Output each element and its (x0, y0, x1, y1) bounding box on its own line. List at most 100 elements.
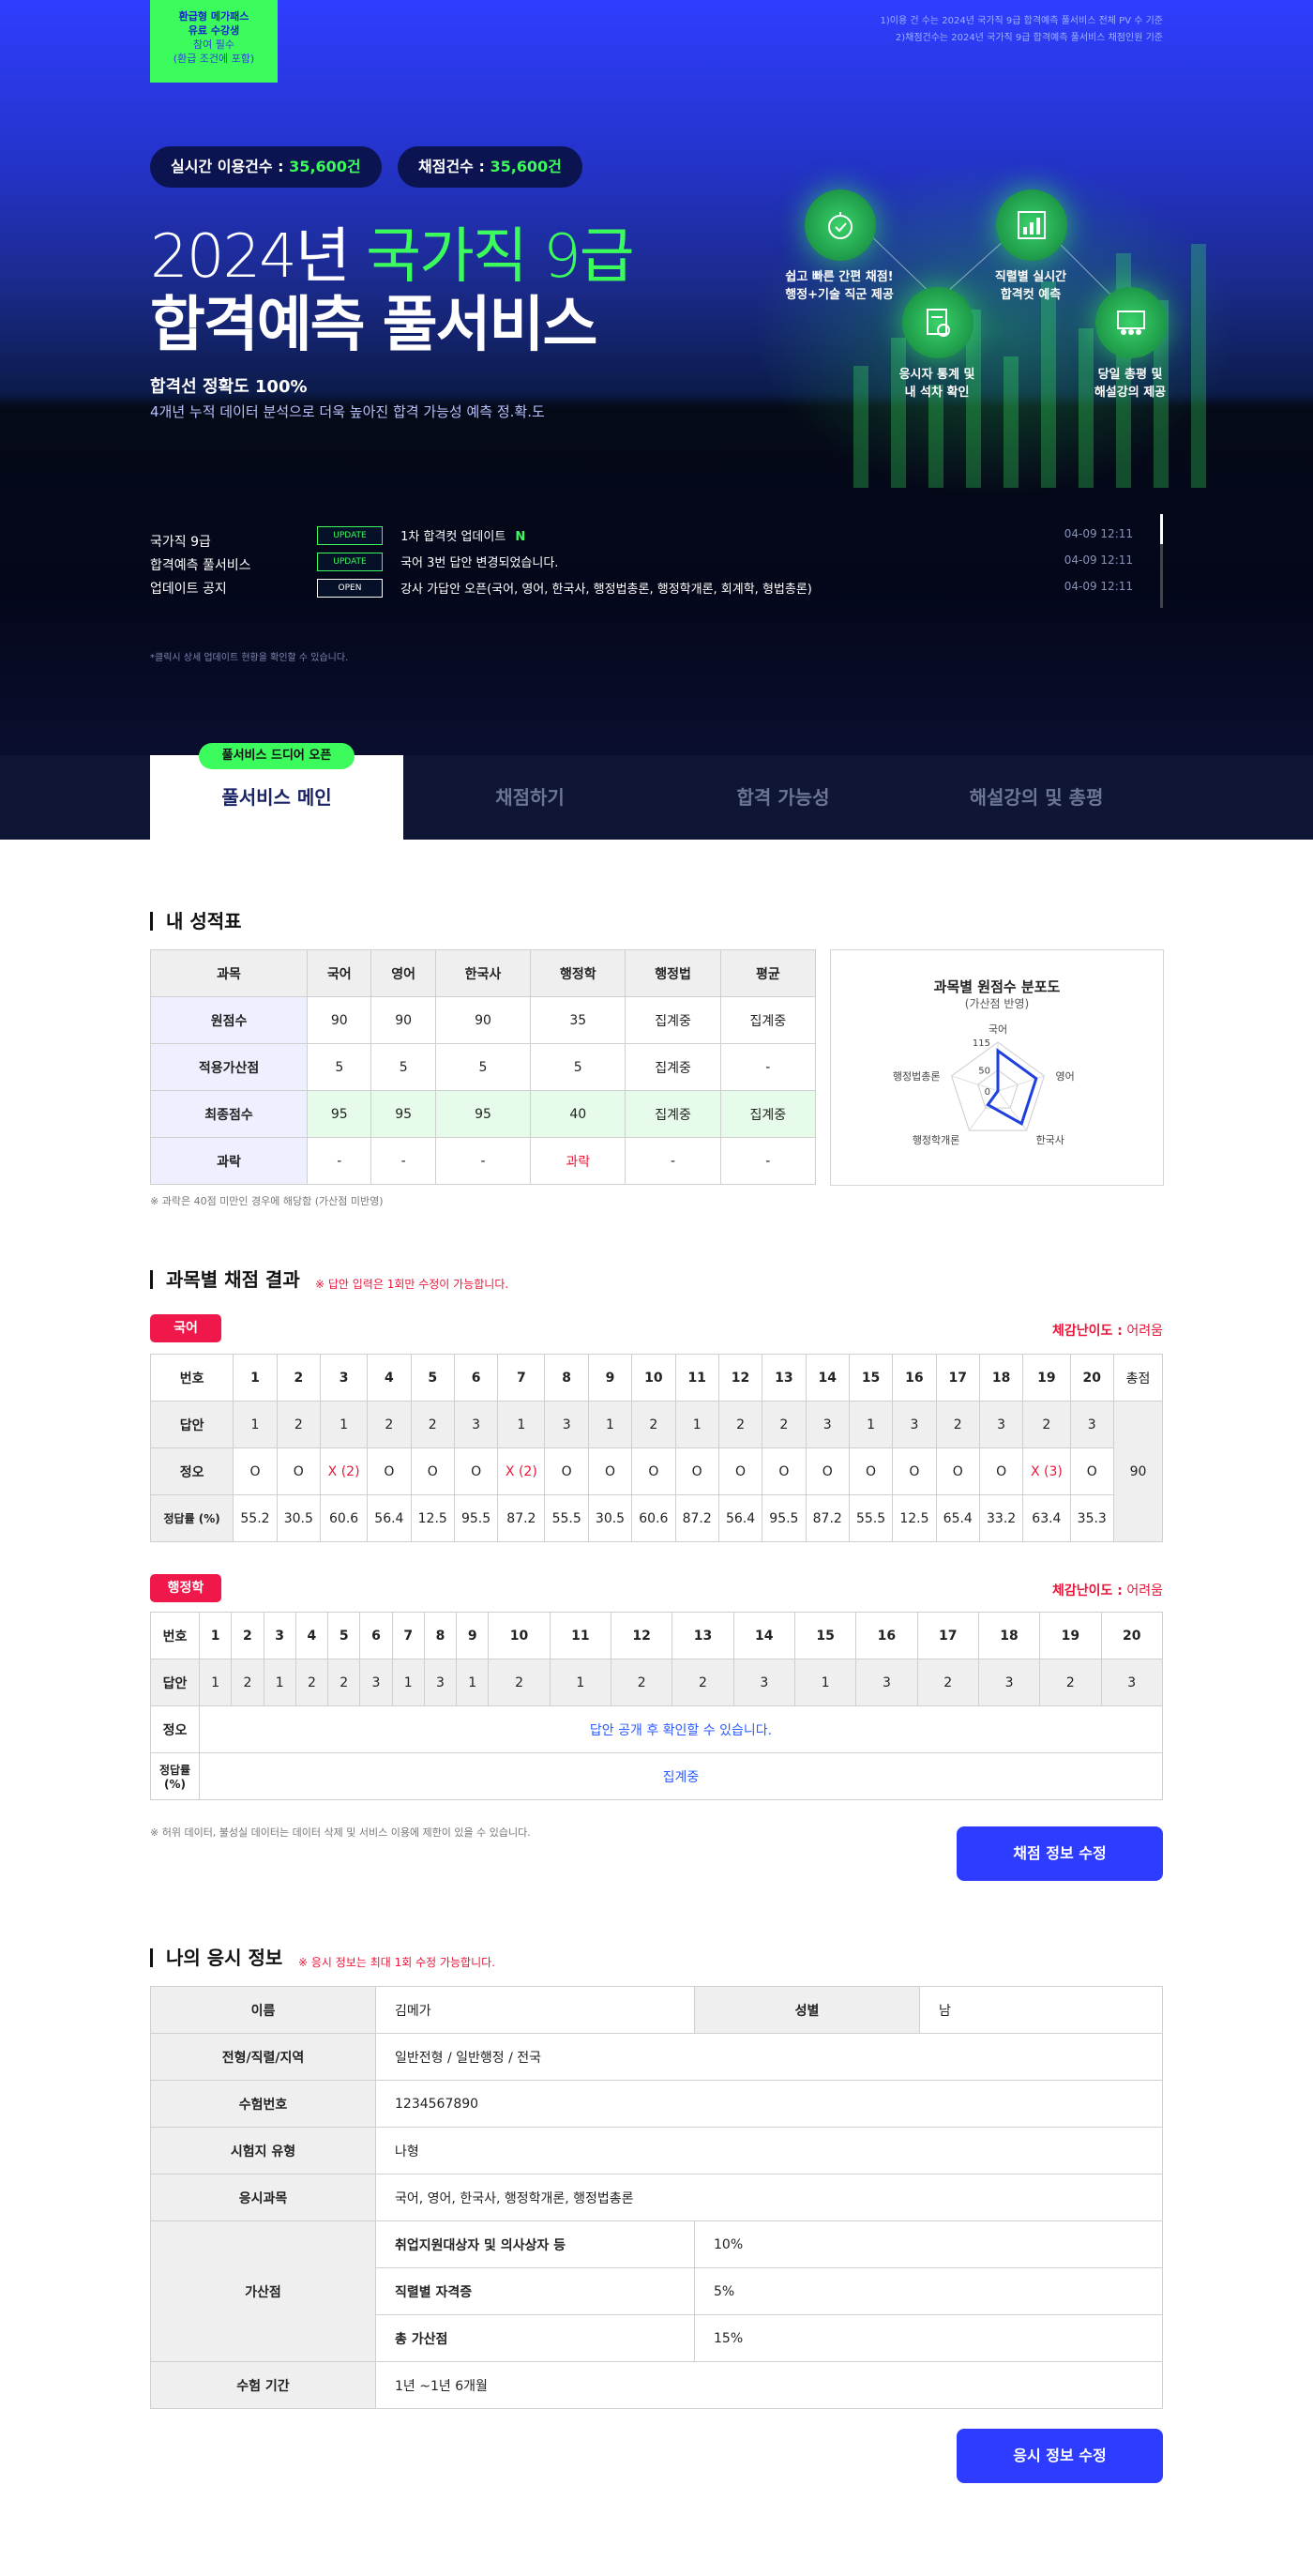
header-cell: 국어 (307, 949, 372, 997)
table-cell: O (453, 1447, 499, 1495)
score-table: 과목 국어 영어 한국사 행정학 행정법 평균 원점수 90 90 90 35 … (149, 949, 817, 1185)
paper-value: 나형 (375, 2127, 1163, 2174)
table-cell: 17 (935, 1354, 980, 1402)
stopwatch-icon (805, 189, 876, 261)
feature-2-line2: 내 석차 확인 (904, 386, 970, 400)
radar-tick-label: 115 (973, 1038, 990, 1049)
table-cell: 3 (453, 1401, 499, 1448)
table-cell: O (805, 1447, 850, 1495)
table-cell: - (719, 1137, 817, 1185)
tab-pass-possibility[interactable]: 합격 가능성 (656, 755, 910, 840)
feature-2-text: 응시자 통계 및 내 석차 확인 (867, 366, 1007, 402)
radar-axis-label: 행정법총론 (893, 1070, 941, 1083)
notice-item[interactable]: UPDATE 국어 3번 답안 변경되었습니다. 04-09 12:11 (317, 552, 1133, 572)
table-cell: O (410, 1447, 455, 1495)
notice-scrollbar[interactable] (1160, 514, 1163, 608)
table-cell: 3 (732, 1659, 795, 1706)
notice-text: 강사 가답안 오픈(국어, 영어, 한국사, 행정법총론, 행정학개론, 회계학… (400, 583, 812, 597)
notice-text: 1차 합격컷 업데이트 N (400, 526, 525, 544)
main-tabs: 풀서비스 메인 채점하기 합격 가능성 해설강의 및 총평 (0, 755, 1313, 840)
table-cell: 17 (916, 1612, 979, 1659)
hero-banner: 환급형 메가패스 유료 수강생 참여 필수 (환급 조건에 포함) 1)이용 건… (0, 0, 1313, 755)
hero-footnote: 1)이용 건 수는 2024년 국가직 9급 합격예측 풀서비스 전체 PV 수… (880, 13, 1163, 47)
table-cell: 2 (611, 1659, 673, 1706)
korean-answer-table: 번호 1 2 3 4 5 6 7 8 9 10 11 12 13 14 15 16 17 18 19 20 총점 답안 1 2 1… (149, 1354, 1163, 1542)
radar-tick-label: 0 (985, 1087, 990, 1098)
table-cell: 2 (916, 1659, 979, 1706)
type-label: 전형/직렬/지역 (150, 2033, 376, 2081)
notice-item[interactable]: UPDATE 1차 합격컷 업데이트 N 04-09 12:11 (317, 525, 1133, 546)
table-cell: 2 (717, 1401, 763, 1448)
table-cell: 60.6 (319, 1494, 369, 1542)
tab-lectures[interactable]: 해설강의 및 총평 (910, 755, 1163, 840)
notice-date: 04-09 12:11 (1064, 580, 1133, 593)
table-row: 전형/직렬/지역 일반전형 / 일반행정 / 전국 (150, 2033, 1163, 2081)
radar-axis (951, 1075, 999, 1092)
table-cell: 87.2 (497, 1494, 546, 1542)
table-cell: 30.5 (276, 1494, 321, 1542)
table-cell: 9 (587, 1354, 633, 1402)
table-cell: - (370, 1137, 436, 1185)
table-cell: 12.5 (892, 1494, 937, 1542)
table-cell: 56.4 (717, 1494, 763, 1542)
table-cell: 1 (198, 1612, 233, 1659)
table-cell: 87.2 (805, 1494, 850, 1542)
paper-label: 시험지 유형 (150, 2127, 376, 2174)
update-tag: UPDATE (317, 552, 383, 571)
table-cell: 55.5 (848, 1494, 894, 1542)
total-label: 총점 (1113, 1354, 1163, 1402)
table-cell: 90 (370, 996, 436, 1044)
table-cell: 1 (391, 1659, 425, 1706)
table-cell: X (3) (1022, 1447, 1071, 1495)
table-cell: 16 (892, 1354, 937, 1402)
name-value: 김메가 (375, 1986, 695, 2034)
table-cell: 6 (359, 1612, 393, 1659)
row-label: 답안 (149, 1401, 234, 1448)
table-cell: X (2) (319, 1447, 369, 1495)
table-cell: O (848, 1447, 894, 1495)
table-cell: 20 (1100, 1612, 1164, 1659)
table-cell: 56.4 (367, 1494, 412, 1542)
radar-tick-label: 50 (978, 1067, 990, 1077)
table-cell: 2 (1022, 1401, 1071, 1448)
table-cell: 63.4 (1022, 1494, 1071, 1542)
table-cell: - (719, 1043, 817, 1091)
edit-info-button[interactable]: 응시 정보 수정 (957, 2429, 1163, 2483)
notice-footnote: *클릭시 상세 업데이트 현황을 확인할 수 있습니다. (150, 653, 349, 663)
edit-score-button[interactable]: 채점 정보 수정 (957, 1826, 1163, 1881)
table-cell: 87.2 (674, 1494, 719, 1542)
realtime-count-pill: 실시간 이용건수 : 35,600건 (150, 146, 382, 188)
lecture-icon (1095, 287, 1167, 358)
accuracy-text: 합격선 정확도 100% (150, 377, 308, 397)
table-cell: 1 (319, 1401, 369, 1448)
feature-1-text: 쉽고 빠른 간편 채점! 행정+기술 직군 제공 (769, 268, 910, 304)
table-cell: 35 (530, 996, 626, 1044)
table-cell: 3 (855, 1659, 918, 1706)
table-cell: 95 (370, 1090, 436, 1138)
scroll-thumb[interactable] (1160, 514, 1163, 544)
difficulty-korean: 체감난이도 : 어려움 (1052, 1321, 1163, 1340)
scored-value: 35,600건 (490, 158, 562, 175)
table-cell: 13 (672, 1612, 734, 1659)
notice-title: 국가직 9급 합격예측 풀서비스 업데이트 공지 (150, 531, 251, 601)
notice-date: 04-09 12:11 (1064, 527, 1133, 540)
table-cell: 40 (530, 1090, 626, 1138)
table-cell: 5 (370, 1043, 436, 1091)
tab-scoring[interactable]: 채점하기 (403, 755, 656, 840)
badge-line4: (환급 조건에 포함) (173, 53, 255, 65)
notice-item[interactable]: OPEN 강사 가답안 오픈(국어, 영어, 한국사, 행정법총론, 행정학개론… (317, 578, 1133, 599)
table-cell: O (935, 1447, 980, 1495)
footnote-line2: 2)채점건수는 2024년 국가직 9급 합격예측 풀서비스 채점인원 기준 (895, 33, 1163, 43)
realtime-value: 35,600건 (289, 158, 361, 175)
table-cell: 7 (497, 1354, 546, 1402)
gender-label: 성별 (694, 1986, 920, 2034)
table-row: 번호 1 2 3 4 5 6 7 8 9 10 11 12 13 14 15 16 17 18 19 20 총점 (149, 1354, 1163, 1402)
table-cell: 1 (497, 1401, 546, 1448)
header-cell: 영어 (370, 949, 436, 997)
table-cell: 2 (488, 1659, 551, 1706)
table-cell: 4 (367, 1354, 412, 1402)
table-cell: 13 (762, 1354, 807, 1402)
table-cell: 60.6 (631, 1494, 676, 1542)
table-cell: 3 (423, 1659, 458, 1706)
bonus-label: 가산점 (150, 2220, 376, 2362)
